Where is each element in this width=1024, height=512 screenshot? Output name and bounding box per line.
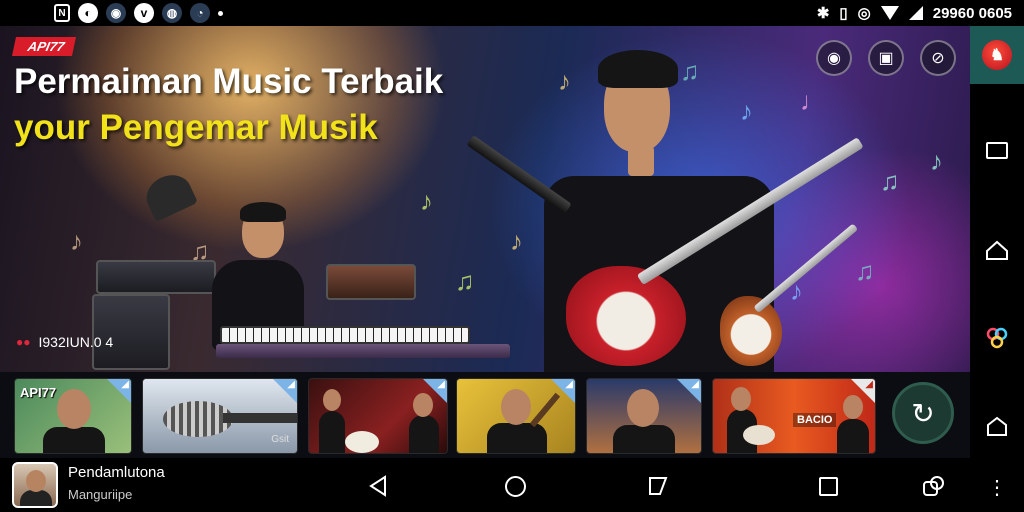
- status-bar: N ◐ ◉ v ◍ ◔ ✱ ▯ ◎ 29960 0605: [0, 0, 1024, 26]
- profile-name: Pendamlutona: [68, 464, 165, 481]
- music-note-icon: ♫: [855, 256, 875, 286]
- shield-icon: ◐: [78, 3, 98, 23]
- thumbnail-caption: Gsit: [271, 434, 289, 445]
- stage-lamp: [140, 168, 198, 222]
- home-button[interactable]: [501, 472, 529, 500]
- globe-icon: ◍: [162, 3, 182, 23]
- red-electric-guitar: [566, 266, 686, 366]
- music-note-icon: ♫: [455, 266, 475, 296]
- window-icon: [986, 141, 1008, 159]
- thumbnail-promo-text: BACIO: [793, 413, 837, 427]
- signal-icon: [908, 6, 923, 20]
- music-note-icon: ♫: [880, 166, 900, 196]
- house-icon: [987, 416, 1007, 436]
- rooster-icon: ♞: [982, 40, 1012, 70]
- more-button[interactable]: ⋮: [983, 474, 1011, 502]
- home-outline-button[interactable]: [983, 236, 1011, 264]
- play-corner-icon: ◢: [691, 379, 699, 390]
- clock: 29960 0605: [932, 4, 1012, 22]
- more-notifications-dot: [218, 10, 223, 16]
- record-icon: ●●: [16, 335, 31, 349]
- notification-icons: N ◐ ◉ v ◍ ◔: [0, 3, 223, 23]
- thumbnail-3[interactable]: ◢: [308, 378, 448, 454]
- music-note-icon: ♫: [680, 56, 700, 86]
- hero-title: Permaiman Music Terbaik: [14, 62, 444, 101]
- sync-icon: ◔: [190, 3, 210, 23]
- thumbnail-6[interactable]: BACIO ◢: [712, 378, 876, 454]
- play-corner-icon: ◢: [437, 379, 445, 390]
- speaker-cabinet: [92, 294, 170, 370]
- guitar-neck: [466, 135, 572, 214]
- thumbnail-5[interactable]: ◢: [586, 378, 702, 454]
- flag-icon: [649, 477, 668, 495]
- bluetooth-icon: ✱: [816, 5, 830, 22]
- vibrate-icon: ▯: [839, 5, 848, 22]
- home-outline-icon: [986, 240, 1008, 260]
- view-counter: ●● I932IUN.0 4: [16, 334, 113, 350]
- wifi-icon: [880, 6, 899, 20]
- overlap-button[interactable]: [920, 472, 948, 500]
- keyboard-instrument: [220, 326, 470, 344]
- back-icon: [369, 475, 386, 497]
- brand-badge: API77: [11, 37, 77, 56]
- music-note-icon: ♪: [510, 226, 523, 256]
- thumbnail-label: API77: [20, 385, 57, 400]
- right-rail: ♞ ⋮: [970, 26, 1024, 512]
- music-note-icon: ♪: [420, 186, 433, 216]
- amplifier: [96, 260, 216, 294]
- rooster-app-button[interactable]: ♞: [970, 26, 1024, 84]
- thumbnail-1[interactable]: API77 ◢: [14, 378, 132, 454]
- keyboard-stand: [216, 344, 510, 358]
- more-icon: ⋮: [987, 477, 1007, 499]
- music-note-icon: ♪: [740, 96, 753, 126]
- thumbnail-carousel: API77 ◢ Gsit ◢ ◢ ◢ ◢ BACIO ◢ ↻: [0, 372, 970, 458]
- hero-actions: ◉ ▣ ⊘: [816, 40, 956, 76]
- cast-icon[interactable]: ◉: [816, 40, 852, 76]
- music-note-icon: ♪: [70, 226, 83, 256]
- n-icon: N: [54, 4, 70, 22]
- vimeo-icon: v: [134, 3, 154, 23]
- recents-button[interactable]: [814, 472, 842, 500]
- music-note-icon: ♪: [930, 146, 943, 176]
- recents-alt-button[interactable]: [644, 472, 672, 500]
- hero-subtitle: your Pengemar Musik: [14, 108, 378, 147]
- avatar[interactable]: [12, 462, 58, 508]
- thumbnail-2[interactable]: Gsit ◢: [142, 378, 298, 454]
- hotspot-icon: ◎: [857, 5, 871, 22]
- play-corner-icon: ◢: [865, 379, 873, 390]
- home-icon: [504, 475, 526, 497]
- music-note-icon: ♪: [558, 66, 571, 96]
- color-wheel-button[interactable]: [983, 324, 1011, 352]
- color-wheel-icon: [986, 327, 1008, 349]
- mute-icon[interactable]: ⊘: [920, 40, 956, 76]
- refresh-button[interactable]: ↻: [892, 382, 954, 444]
- bottom-bar: Pendamlutona Manguriipe: [0, 458, 970, 512]
- play-corner-icon: ◢: [121, 379, 129, 390]
- house-button[interactable]: [983, 412, 1011, 440]
- recents-icon: [818, 476, 838, 496]
- screenshot-icon[interactable]: ▣: [868, 40, 904, 76]
- hero-banner[interactable]: ♪ ♫ ♪ ♩ ♫ ♪ ♫ ♪ ♪ ♫ ♪ ♪ ♫ API77 Permaima…: [0, 26, 970, 372]
- avatar-icon: ◉: [106, 3, 126, 23]
- view-count-text: I932IUN.0 4: [38, 334, 114, 350]
- overlap-icon: [923, 476, 944, 496]
- amplifier: [326, 264, 416, 300]
- system-status: ✱ ▯ ◎ 29960 0605: [817, 0, 1012, 26]
- play-corner-icon: ◢: [287, 379, 295, 390]
- music-note-icon: ♩: [800, 86, 826, 116]
- window-button[interactable]: [983, 136, 1011, 164]
- back-button[interactable]: [364, 472, 392, 500]
- profile-subtitle: Manguriipe: [68, 487, 133, 502]
- refresh-icon: ↻: [911, 397, 935, 429]
- play-corner-icon: ◢: [565, 379, 573, 390]
- second-guitar: [720, 296, 782, 366]
- thumbnail-4[interactable]: ◢: [456, 378, 576, 454]
